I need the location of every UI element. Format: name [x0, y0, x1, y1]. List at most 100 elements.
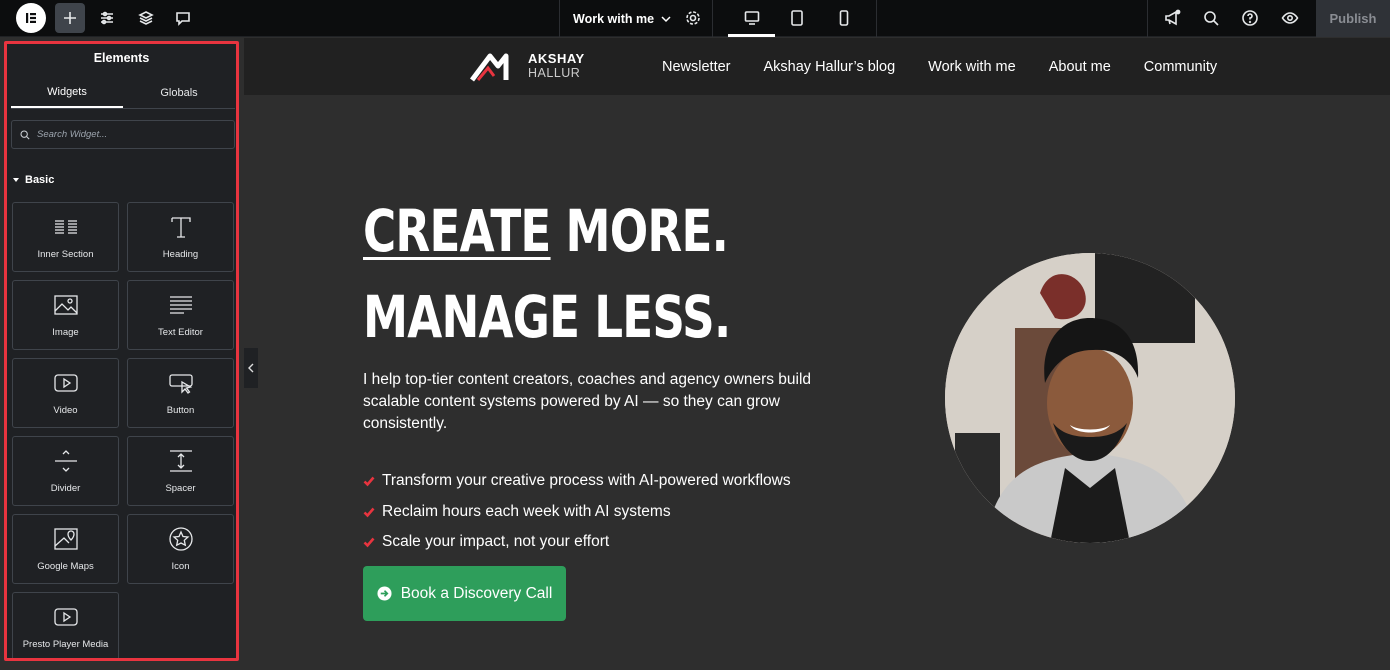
site-settings-button[interactable]: [92, 3, 122, 33]
add-element-button[interactable]: [55, 3, 85, 33]
widget-heading[interactable]: Heading: [127, 202, 234, 272]
nav-community[interactable]: Community: [1144, 59, 1217, 75]
site-nav: Newsletter Akshay Hallur’s blog Work wit…: [662, 38, 1217, 95]
page-selector[interactable]: Work with me: [573, 0, 672, 37]
profile-photo-illustration: [945, 253, 1235, 543]
search-icon: [1204, 11, 1219, 26]
list-item-text: Scale your impact, not your effort: [382, 533, 610, 551]
profile-photo: [945, 253, 1235, 543]
nav-about-me[interactable]: About me: [1049, 59, 1111, 75]
spacer-icon: [169, 450, 192, 472]
widget-button[interactable]: Button: [127, 358, 234, 428]
arrow-circle-right-icon: [377, 586, 392, 601]
list-item-text: Transform your creative process with AI-…: [382, 472, 791, 490]
book-discovery-call-button[interactable]: Book a Discovery Call: [363, 566, 566, 621]
hero-heading: CREATE MORE. MANAGE LESS.: [363, 188, 731, 360]
editor-topbar: Work with me Publish: [0, 0, 1390, 37]
widget-inner-section[interactable]: Inner Section: [12, 202, 119, 272]
nav-newsletter[interactable]: Newsletter: [662, 59, 731, 75]
help-button[interactable]: [1235, 3, 1265, 33]
search-widget-input[interactable]: [37, 129, 217, 140]
plus-icon: [64, 12, 76, 24]
inner-section-icon: [54, 220, 77, 234]
elementor-logo-icon[interactable]: [16, 3, 46, 33]
benefit-list: Transform your creative process with AI-…: [363, 466, 791, 558]
heading-icon: [170, 217, 191, 238]
widget-label: Divider: [50, 483, 81, 494]
widget-text-editor[interactable]: Text Editor: [127, 280, 234, 350]
cta-label: Book a Discovery Call: [400, 584, 553, 602]
widget-spacer[interactable]: Spacer: [127, 436, 234, 506]
widget-label: Inner Section: [37, 249, 94, 260]
gear-icon: [686, 11, 700, 25]
widget-video[interactable]: Video: [12, 358, 119, 428]
widget-google-maps[interactable]: Google Maps: [12, 514, 119, 584]
star-icon: [168, 527, 193, 551]
widget-presto-player-media[interactable]: Presto Player Media: [12, 592, 119, 658]
check-icon: [363, 507, 375, 518]
chevron-down-icon: [661, 15, 671, 22]
structure-button[interactable]: [131, 3, 161, 33]
text-editor-icon: [169, 296, 192, 314]
panel-collapse-toggle[interactable]: [244, 348, 258, 388]
site-header: AKSHAY HALLUR Newsletter Akshay Hallur’s…: [244, 38, 1390, 95]
widget-label: Video: [53, 405, 78, 416]
tablet-view-button[interactable]: [782, 3, 812, 33]
notes-button[interactable]: [168, 3, 198, 33]
video-icon: [53, 608, 78, 626]
elements-panel: Elements Widgets Globals Basic Inner Sec…: [4, 41, 239, 661]
image-icon: [53, 295, 78, 315]
widget-label: Heading: [162, 249, 199, 260]
finder-button[interactable]: [1196, 3, 1226, 33]
category-basic[interactable]: Basic: [12, 174, 54, 186]
desktop-view-button[interactable]: [737, 3, 767, 33]
google-maps-icon: [53, 528, 78, 550]
page-settings-button[interactable]: [678, 3, 708, 33]
page-selector-label: Work with me: [573, 11, 655, 26]
brand-name-line1: AKSHAY: [528, 51, 585, 66]
mobile-view-button[interactable]: [829, 3, 859, 33]
brand-name-line2: HALLUR: [528, 66, 581, 80]
search-icon: [20, 129, 30, 140]
divider: [559, 0, 560, 37]
preview-button[interactable]: [1275, 3, 1305, 33]
tablet-icon: [791, 10, 803, 26]
video-icon: [53, 374, 78, 392]
megaphone-icon: [1165, 9, 1181, 26]
widget-divider[interactable]: Divider: [12, 436, 119, 506]
panel-title: Elements: [93, 51, 150, 65]
widget-image[interactable]: Image: [12, 280, 119, 350]
divider: [712, 0, 713, 37]
tab-widgets[interactable]: Widgets: [11, 78, 123, 108]
divider: [1147, 0, 1148, 37]
widget-search: [11, 120, 235, 149]
chevron-left-icon: [248, 363, 254, 373]
site-logo[interactable]: AKSHAY HALLUR: [470, 50, 585, 82]
whats-new-button[interactable]: [1157, 3, 1187, 33]
desktop-icon: [744, 11, 760, 25]
category-label: Basic: [25, 174, 55, 186]
layers-icon: [138, 11, 154, 25]
list-item: Scale your impact, not your effort: [363, 527, 791, 558]
widget-label: Image: [52, 327, 79, 338]
help-icon: [1242, 10, 1258, 26]
hero-heading-more: MORE.: [550, 197, 729, 265]
publish-button[interactable]: Publish: [1316, 0, 1390, 37]
panel-tabs: Widgets Globals: [11, 78, 235, 109]
list-item: Reclaim hours each week with AI systems: [363, 497, 791, 528]
list-item: Transform your creative process with AI-…: [363, 466, 791, 497]
tab-globals[interactable]: Globals: [123, 78, 235, 108]
widget-label: Button: [166, 405, 195, 416]
widget-icon[interactable]: Icon: [127, 514, 234, 584]
nav-blog[interactable]: Akshay Hallur’s blog: [764, 59, 896, 75]
widget-grid: Inner Section Heading Image Text Editor …: [12, 202, 236, 658]
hero-description: I help top-tier content creators, coache…: [363, 371, 812, 432]
divider-icon: [54, 450, 77, 472]
nav-work-with-me[interactable]: Work with me: [928, 59, 1016, 75]
widget-label: Spacer: [165, 483, 196, 494]
widget-label: Google Maps: [37, 561, 94, 572]
hero-heading-line2: MANAGE LESS.: [363, 283, 731, 351]
check-icon: [363, 537, 375, 548]
brand-mark-icon: [470, 53, 509, 82]
hero-heading-create: CREATE: [363, 197, 551, 265]
